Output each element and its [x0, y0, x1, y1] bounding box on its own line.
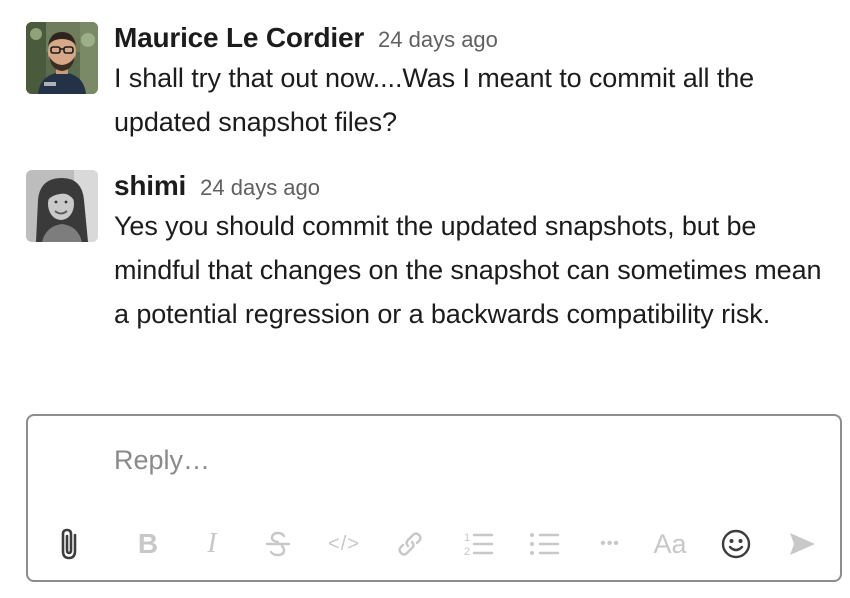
send-arrow-icon [790, 533, 815, 555]
strikethrough-icon [265, 531, 291, 557]
more-formatting-button[interactable]: ••• [590, 522, 630, 566]
man-with-glasses-photo-icon [26, 22, 98, 94]
woman-smiling-photo-icon [26, 170, 98, 242]
numbered-list-icon: 1 2 [464, 532, 494, 558]
italic-icon: I [207, 528, 217, 559]
formatting-toolbar: B I </> 1 2 ••• Aa [28, 522, 840, 566]
link-button[interactable] [390, 522, 430, 566]
send-button[interactable] [782, 522, 822, 566]
message-timestamp[interactable]: 24 days ago [378, 22, 498, 58]
code-button[interactable]: </> [324, 522, 364, 566]
avatar[interactable] [26, 22, 98, 94]
code-icon: </> [328, 532, 360, 555]
numbered-list-button[interactable]: 1 2 [458, 522, 498, 566]
message-header: Maurice Le Cordier 24 days ago [114, 20, 828, 56]
bulleted-list-button[interactable] [524, 522, 564, 566]
link-icon [398, 532, 422, 556]
paperclip-icon [61, 528, 77, 560]
bold-icon: B [137, 528, 159, 559]
text-format-icon: Aa [653, 528, 687, 559]
ellipsis-icon: ••• [600, 535, 620, 552]
bulleted-list-icon [530, 533, 560, 555]
attach-button[interactable] [50, 522, 90, 566]
message-text: Yes you should commit the updated snapsh… [114, 211, 822, 329]
message-content: shimi 24 days ago Yes you should commit … [114, 168, 828, 336]
reply-input[interactable] [114, 440, 794, 480]
message-header: shimi 24 days ago [114, 168, 828, 204]
author-name[interactable]: Maurice Le Cordier [114, 20, 364, 56]
avatar[interactable] [26, 170, 98, 242]
strikethrough-button[interactable] [258, 522, 298, 566]
message-timestamp[interactable]: 24 days ago [200, 170, 320, 206]
svg-text:1: 1 [464, 532, 470, 544]
message-content: Maurice Le Cordier 24 days ago I shall t… [114, 20, 828, 144]
svg-text:2: 2 [464, 546, 470, 558]
reply-composer: B I </> 1 2 [26, 414, 842, 582]
author-name[interactable]: shimi [114, 168, 186, 204]
bold-button[interactable]: B [128, 522, 168, 566]
format-toggle-button[interactable]: Aa [650, 522, 690, 566]
italic-button[interactable]: I [192, 522, 232, 566]
emoji-button[interactable] [716, 522, 756, 566]
message-text: I shall try that out now....Was I meant … [114, 63, 755, 137]
smiley-icon [721, 529, 751, 559]
